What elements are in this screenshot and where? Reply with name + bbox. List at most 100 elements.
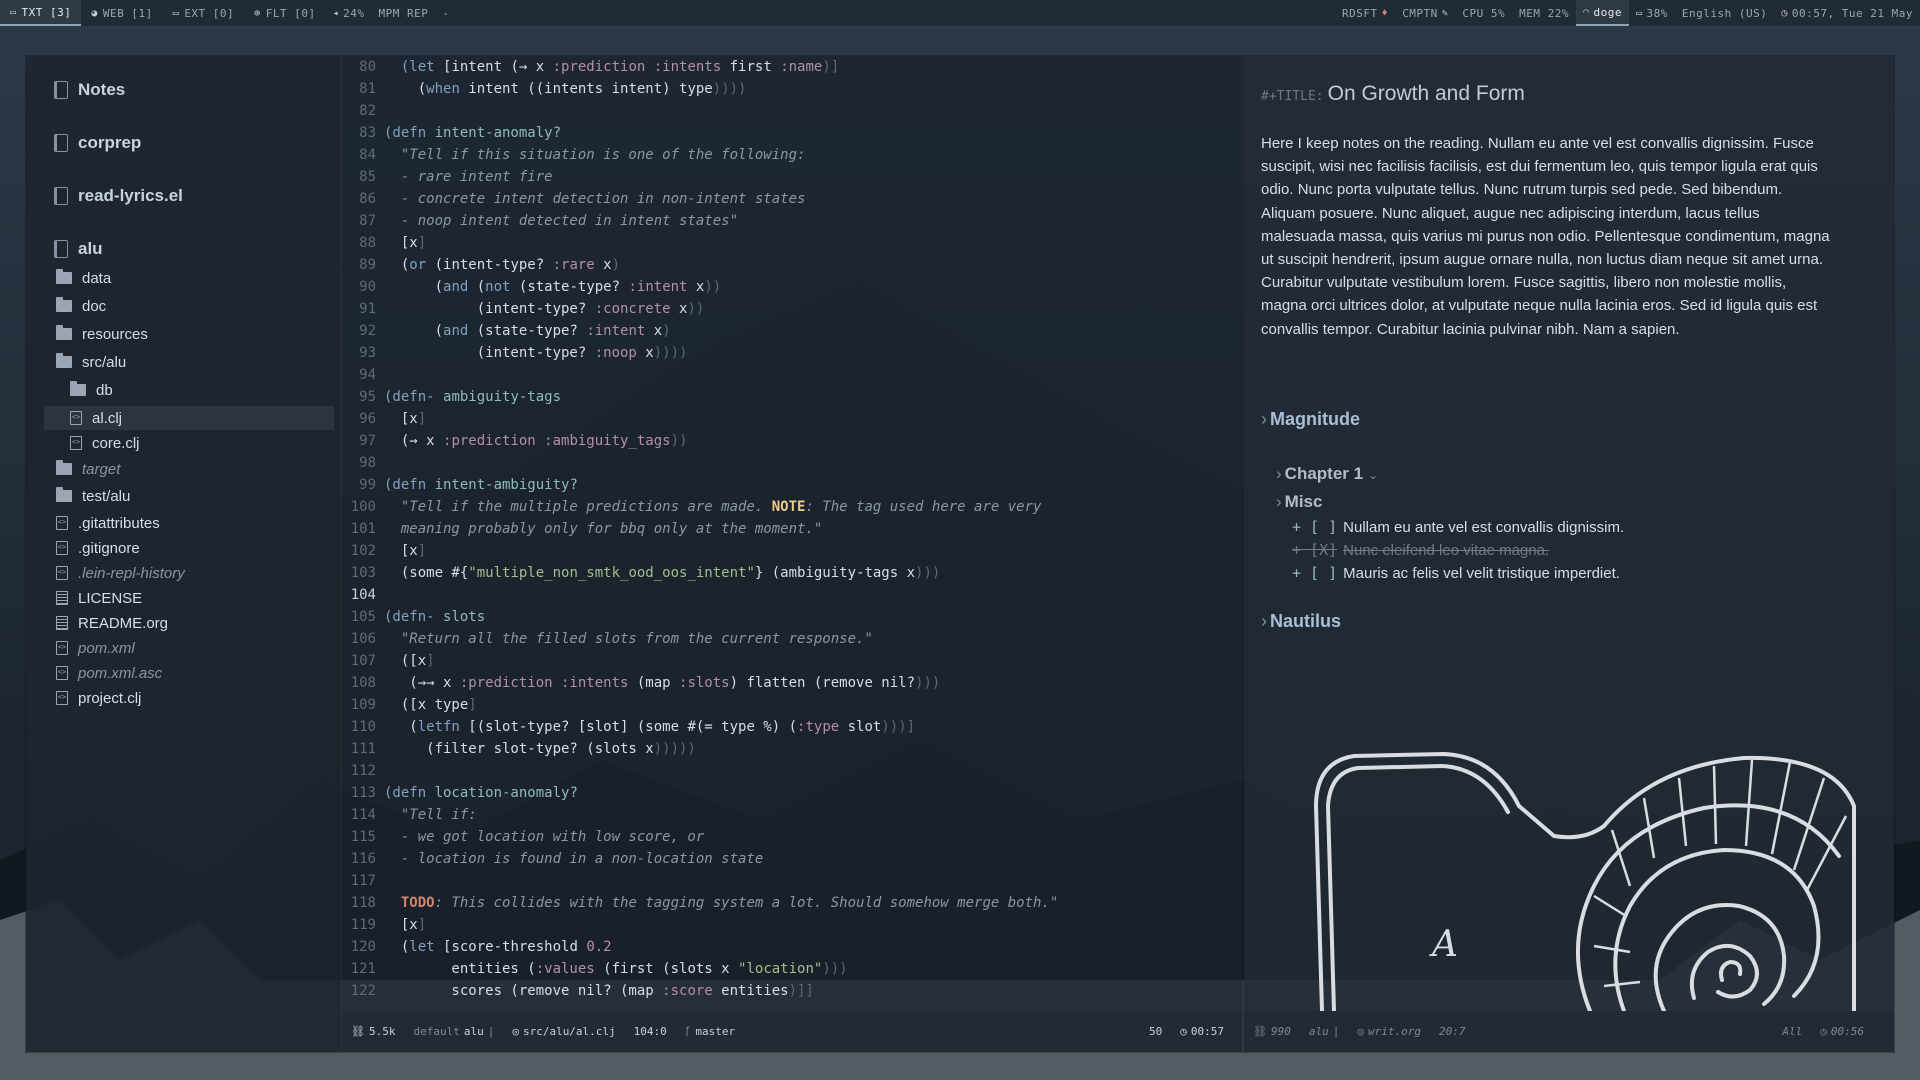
branch-icon: ᚴ xyxy=(684,1025,692,1038)
heading-chapter-1[interactable]: › Chapter 1 ⌄ xyxy=(1276,464,1381,484)
code-line[interactable]: 90 (and (not (state-type? :intent x)) xyxy=(342,276,1242,298)
code-line[interactable]: 89 (or (intent-type? :rare x) xyxy=(342,254,1242,276)
code-line[interactable]: 122 scores (remove nil? (map :score enti… xyxy=(342,980,1242,1002)
tree-item-gitattributes[interactable]: <> .gitattributes xyxy=(56,511,160,535)
code-line[interactable]: 82 xyxy=(342,100,1242,122)
keyboard-layout[interactable]: English (US) xyxy=(1675,0,1774,26)
redshift-indicator[interactable]: RDSFT ♦ xyxy=(1335,0,1395,26)
code-line[interactable]: 112 xyxy=(342,760,1242,782)
code-file-icon: <> xyxy=(56,566,68,580)
code-text: entities (:values (first (slots x "locat… xyxy=(384,961,848,977)
code-line[interactable]: 119 [x] xyxy=(342,914,1242,936)
code-line[interactable]: 85 - rare intent fire xyxy=(342,166,1242,188)
code-line[interactable]: 103 (some #{"multiple_non_smtk_ood_oos_i… xyxy=(342,562,1242,584)
code-line[interactable]: 115 - we got location with low score, or xyxy=(342,826,1242,848)
code-line[interactable]: 105 (defn- slots xyxy=(342,606,1242,628)
code-editor[interactable]: 80 (let [intent (→ x :prediction :intent… xyxy=(342,56,1242,1011)
wifi-indicator[interactable]: ◠ doge xyxy=(1575,0,1629,26)
tree-item-doc[interactable]: doc xyxy=(56,294,106,318)
workspace-flt[interactable]: ⊕ FLT [0] xyxy=(244,0,325,26)
code-line[interactable]: 104 xyxy=(342,584,1242,606)
code-line[interactable]: 96 [x] xyxy=(342,408,1242,430)
tree-item-pom-xml-asc[interactable]: <> pom.xml.asc xyxy=(56,661,162,685)
tree-item-core-clj[interactable]: <> core.clj xyxy=(70,431,140,455)
heading-magnitude[interactable]: › Magnitude xyxy=(1261,409,1360,430)
heading-nautilus[interactable]: › Nautilus xyxy=(1261,611,1341,632)
heading-misc[interactable]: › Misc xyxy=(1276,492,1322,512)
tree-item-license[interactable]: LICENSE xyxy=(56,586,142,610)
folder-icon xyxy=(56,460,72,475)
tree-item-test-alu[interactable]: test/alu xyxy=(56,484,130,508)
tree-item-al-clj[interactable]: <> al.clj xyxy=(44,406,334,430)
code-line[interactable]: 80 (let [intent (→ x :prediction :intent… xyxy=(342,56,1242,78)
project-alu[interactable]: alu xyxy=(54,239,103,259)
tree-item-gitignore[interactable]: <> .gitignore xyxy=(56,536,140,560)
workspace-ext[interactable]: ▭ EXT [0] xyxy=(163,0,244,26)
code-line[interactable]: 120 (let [score-threshold 0.2 xyxy=(342,936,1242,958)
tree-item-data[interactable]: data xyxy=(56,266,111,290)
workspace-txt[interactable]: ▭ TXT [3] xyxy=(0,0,82,26)
code-text: "Tell if: xyxy=(384,807,477,823)
code-line[interactable]: 92 (and (state-type? :intent x) xyxy=(342,320,1242,342)
code-line[interactable]: 101 meaning probably only for bbq only a… xyxy=(342,518,1242,540)
tree-item-resources[interactable]: resources xyxy=(56,322,148,346)
code-line[interactable]: 97 (→ x :prediction :ambiguity_tags)) xyxy=(342,430,1242,452)
emacs-window: Notes corprep read-lyrics.el alu data doc… xyxy=(26,56,1894,1052)
code-line[interactable]: 94 xyxy=(342,364,1242,386)
code-line[interactable]: 118 TODO: This collides with the tagging… xyxy=(342,892,1242,914)
line-number: 93 xyxy=(359,345,376,361)
tree-item-pom-xml[interactable]: <> pom.xml xyxy=(56,636,135,660)
file-icon: ◎ xyxy=(512,1025,519,1038)
compton-indicator[interactable]: CMPTN ✎ xyxy=(1395,0,1455,26)
checklist-item[interactable]: + [ ] Nullam eu ante vel est convallis di… xyxy=(1292,518,1624,536)
code-line[interactable]: 106 "Return all the filled slots from th… xyxy=(342,628,1242,650)
org-file[interactable]: ◎ writ.org xyxy=(1348,1025,1430,1038)
project-notes[interactable]: Notes xyxy=(54,80,125,100)
tree-item-src-alu[interactable]: src/alu xyxy=(56,350,126,374)
project-corprep[interactable]: corprep xyxy=(54,133,141,153)
workspace-web[interactable]: ◕ WEB [1] xyxy=(81,0,162,26)
line-number: 86 xyxy=(359,191,376,207)
code-line[interactable]: 121 entities (:values (first (slots x "l… xyxy=(342,958,1242,980)
code-line[interactable]: 110 (letfn [(slot-type? [slot] (some #(=… xyxy=(342,716,1242,738)
code-line[interactable]: 111 (filter slot-type? (slots x))))) xyxy=(342,738,1242,760)
code-line[interactable]: 86 - concrete intent detection in non-in… xyxy=(342,188,1242,210)
volume-indicator[interactable]: ◂ 24% xyxy=(326,0,372,26)
line-number: 85 xyxy=(359,169,376,185)
line-number: 95 xyxy=(359,389,376,405)
tree-item-lein-repl-history[interactable]: <> .lein-repl-history xyxy=(56,561,185,585)
tree-item-readme-org[interactable]: README.org xyxy=(56,611,168,635)
code-line[interactable]: 98 xyxy=(342,452,1242,474)
checklist-item[interactable]: + [X] Nunc eleifend leo vitae magna. xyxy=(1292,541,1549,559)
project-read-lyrics[interactable]: read-lyrics.el xyxy=(54,186,183,206)
code-line[interactable]: 95 (defn- ambiguity-tags xyxy=(342,386,1242,408)
code-line[interactable]: 117 xyxy=(342,870,1242,892)
tree-item-target[interactable]: target xyxy=(56,457,120,481)
code-line[interactable]: 114 "Tell if: xyxy=(342,804,1242,826)
line-number: 120 xyxy=(350,939,376,955)
code-line[interactable]: 87 - noop intent detected in intent stat… xyxy=(342,210,1242,232)
code-line[interactable]: 109 ([x type] xyxy=(342,694,1242,716)
code-line[interactable]: 83 (defn intent-anomaly? xyxy=(342,122,1242,144)
code-line[interactable]: 91 (intent-type? :concrete x)) xyxy=(342,298,1242,320)
clock-icon: ◷ xyxy=(1180,1025,1187,1038)
code-line[interactable]: 93 (intent-type? :noop x)))) xyxy=(342,342,1242,364)
code-line[interactable]: 107 ([x] xyxy=(342,650,1242,672)
git-branch[interactable]: ᚴ master xyxy=(676,1025,744,1038)
tree-item-project-clj[interactable]: <> project.clj xyxy=(56,686,141,710)
code-line[interactable]: 84 "Tell if this situation is one of the… xyxy=(342,144,1242,166)
tree-item-db[interactable]: db xyxy=(70,378,113,402)
media-indicator[interactable]: MPM REP xyxy=(371,0,435,26)
code-line[interactable]: 108 (→→ x :prediction :intents (map :slo… xyxy=(342,672,1242,694)
code-line[interactable]: 116 - location is found in a non-locatio… xyxy=(342,848,1242,870)
code-line[interactable]: 100 "Tell if the multiple predictions ar… xyxy=(342,496,1242,518)
code-line[interactable]: 81 (when intent ((intents intent) type))… xyxy=(342,78,1242,100)
org-document[interactable]: #+TITLE: On Growth and Form Here I keep n… xyxy=(1244,56,1894,1011)
clock[interactable]: ◷ 00:57, Tue 21 May xyxy=(1774,0,1920,26)
code-line[interactable]: 102 [x] xyxy=(342,540,1242,562)
code-line[interactable]: 88 [x] xyxy=(342,232,1242,254)
buffer-file[interactable]: ◎ src/alu/al.clj xyxy=(503,1025,624,1038)
checklist-item[interactable]: + [ ] Mauris ac felis vel velit tristique… xyxy=(1292,564,1620,582)
code-line[interactable]: 99 (defn intent-ambiguity? xyxy=(342,474,1242,496)
code-line[interactable]: 113 (defn location-anomaly? xyxy=(342,782,1242,804)
